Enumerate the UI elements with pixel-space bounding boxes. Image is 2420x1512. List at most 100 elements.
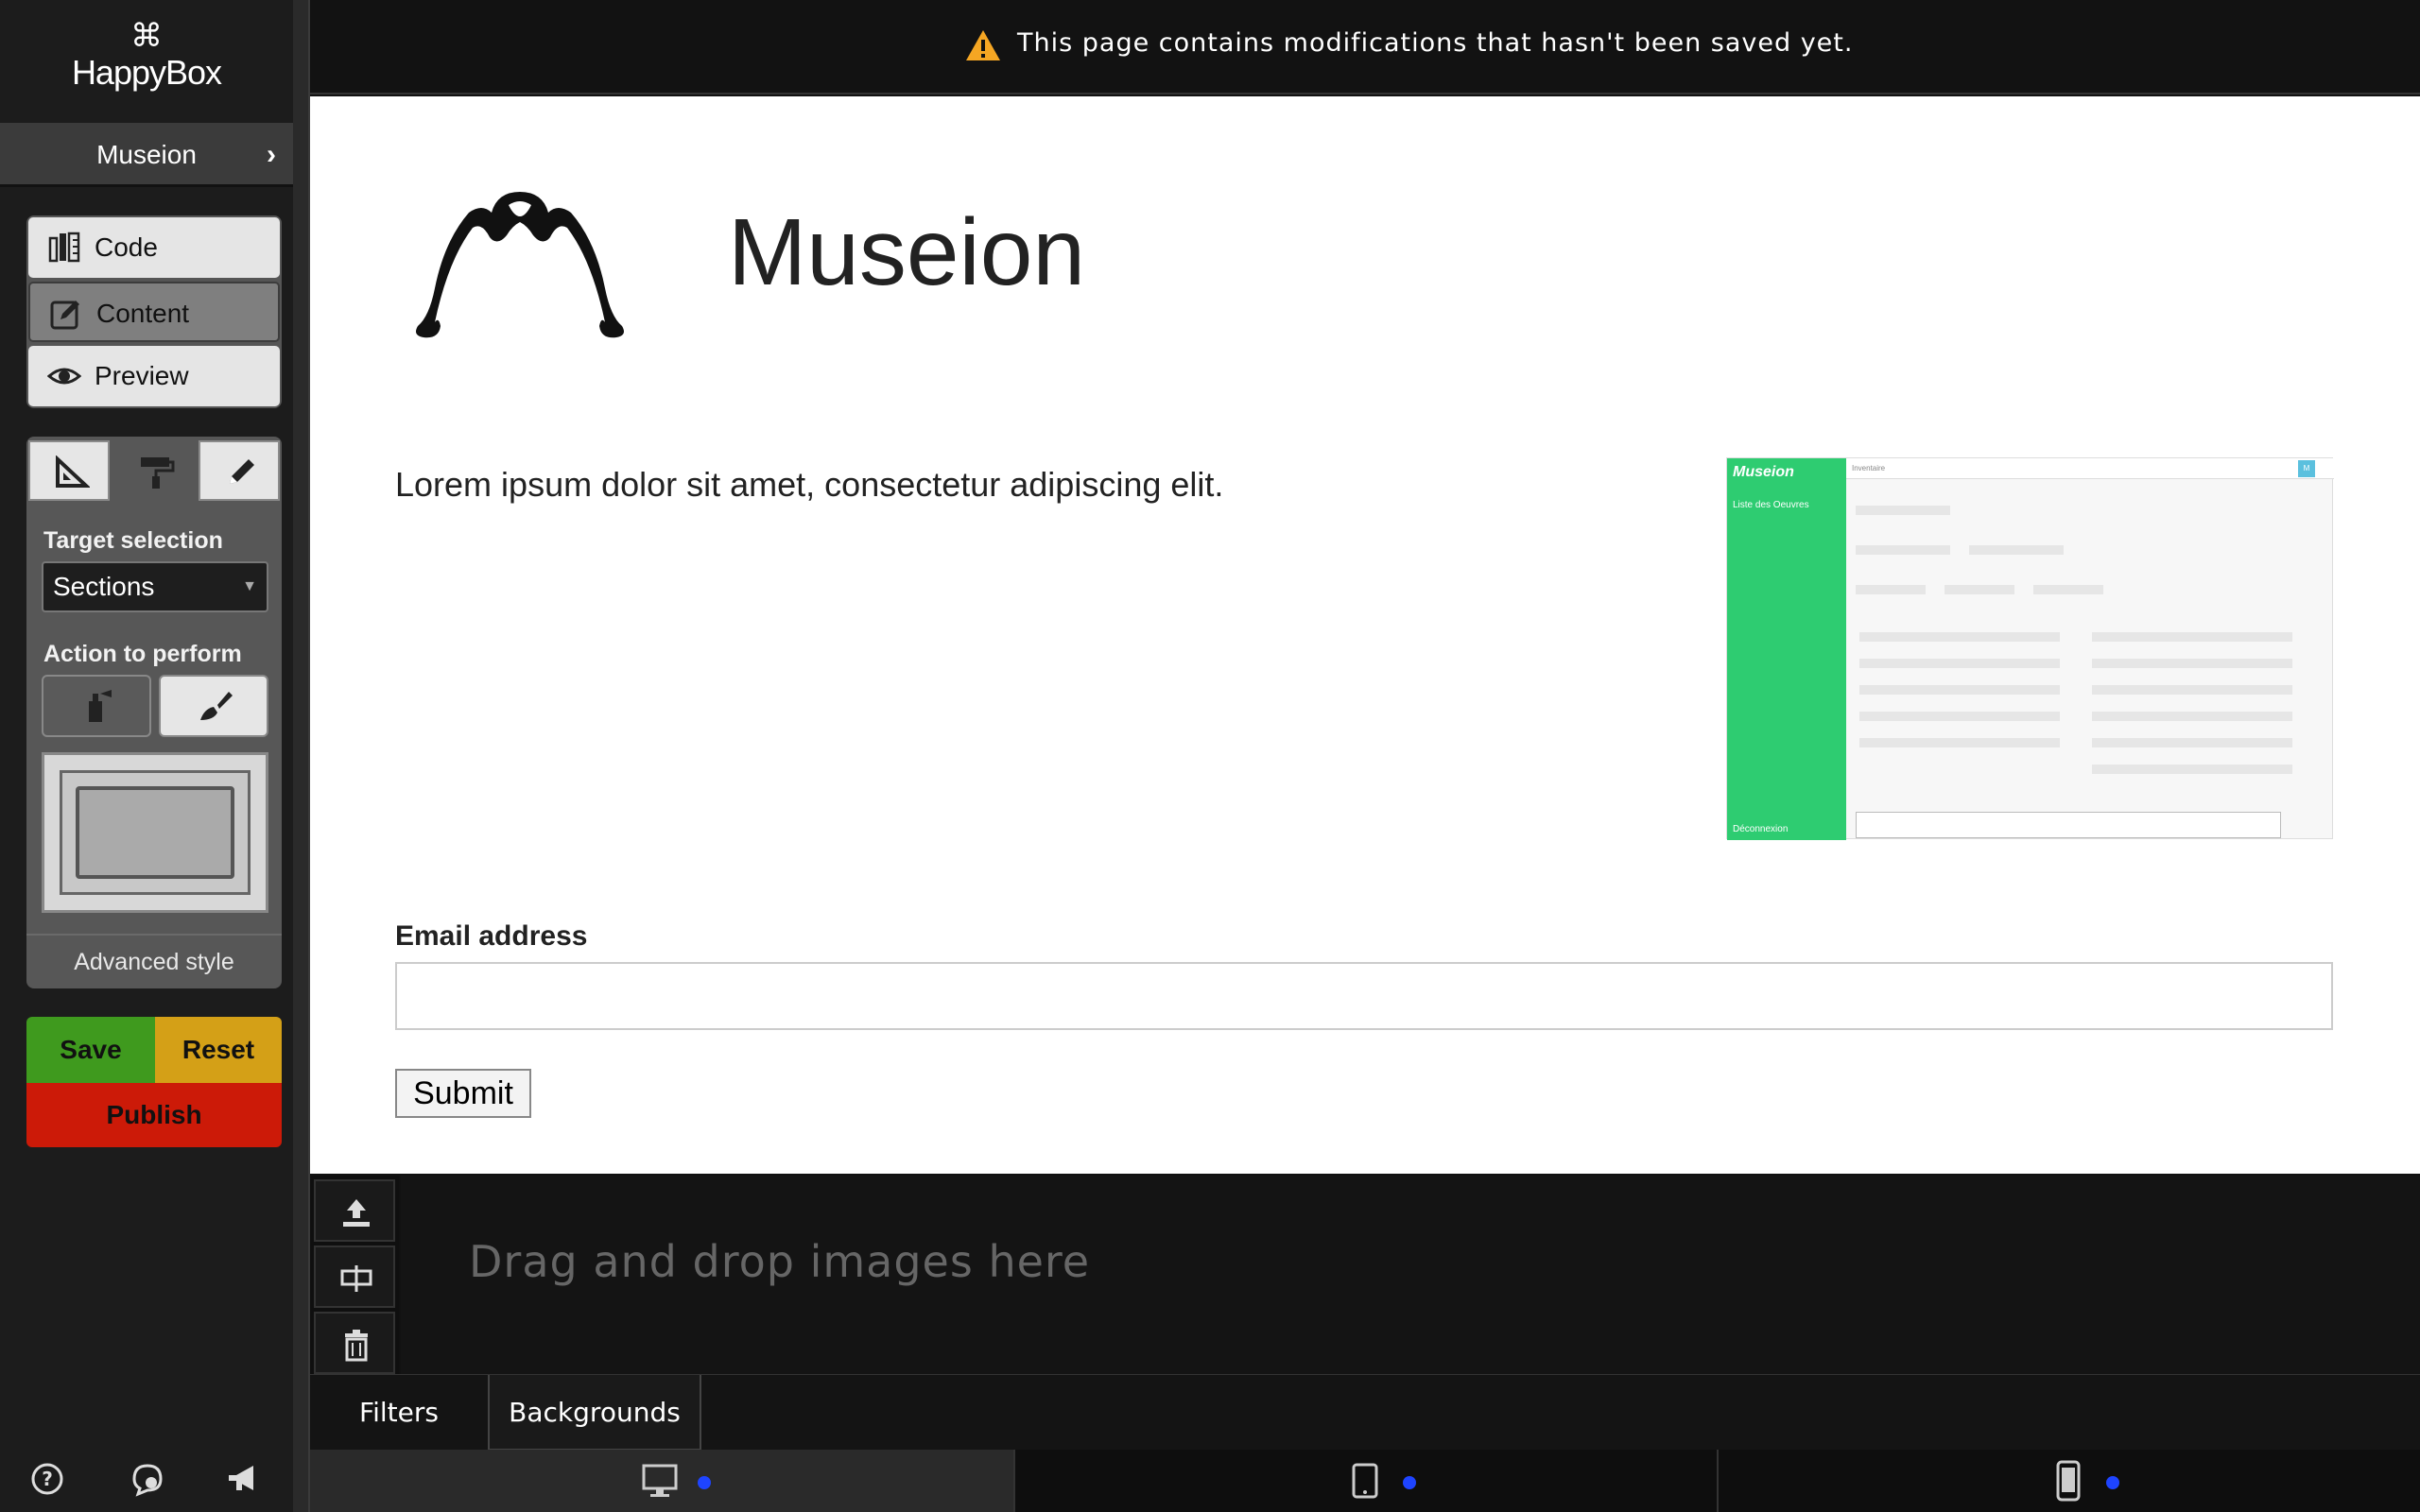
thumbnail-field xyxy=(1859,738,2060,747)
thumbnail-menu-item: Liste des Oeuvres xyxy=(1733,500,1809,510)
advanced-style-link[interactable]: Advanced style xyxy=(26,934,282,976)
thumbnail-field xyxy=(1859,712,2060,721)
style-preview-inner xyxy=(76,786,234,879)
device-desktop-button[interactable] xyxy=(310,1450,1013,1512)
device-tablet-button[interactable] xyxy=(1013,1450,1717,1512)
paint-brush-icon xyxy=(200,692,233,720)
device-phone-button[interactable] xyxy=(1717,1450,2420,1512)
mode-content-label: Content xyxy=(96,299,190,328)
thumbnail-field xyxy=(2092,765,2292,774)
site-selector[interactable]: Museion › xyxy=(0,123,293,187)
device-indicator-dot xyxy=(698,1476,711,1489)
museion-logo-icon[interactable] xyxy=(406,184,633,354)
thumbnail-field xyxy=(1969,545,2064,555)
mode-content-button[interactable]: Content xyxy=(28,282,280,342)
desktop-icon xyxy=(642,1464,678,1497)
paint-roller-icon xyxy=(141,457,175,489)
app-root: ⌘ HappyBox Museion › Code Content Previe… xyxy=(0,0,2420,1512)
target-selection-label: Target selection xyxy=(43,527,223,554)
target-selection-value: Sections xyxy=(53,572,155,601)
thumbnail-badge: M xyxy=(2298,460,2315,477)
phone-icon xyxy=(2056,1460,2081,1502)
logo-text: HappyBox xyxy=(71,53,222,92)
email-field[interactable] xyxy=(395,962,2333,1030)
thumbnail-field xyxy=(2092,712,2292,721)
mode-preview-button[interactable]: Preview xyxy=(28,346,280,406)
thumbnail-field xyxy=(1859,685,2060,695)
logo-mark-icon: ⌘ xyxy=(130,18,163,54)
device-indicator-dot xyxy=(1403,1476,1416,1489)
device-indicator-dot xyxy=(2106,1476,2119,1489)
image-tabs: Filters Backgrounds xyxy=(310,1374,2420,1451)
drop-zone-hint: Drag and drop images here xyxy=(469,1236,1091,1287)
app-logo[interactable]: ⌘ HappyBox xyxy=(0,19,293,104)
thumbnail-field xyxy=(1856,585,1926,594)
thumbnail-field xyxy=(1859,659,2060,668)
thumbnail-field xyxy=(2092,632,2292,642)
tab-edit-tool[interactable] xyxy=(199,440,280,501)
set-square-icon xyxy=(56,455,90,488)
thumbnail-brand: Museion xyxy=(1733,464,1794,480)
thumbnail-logout: Déconnexion xyxy=(1733,824,1789,834)
trash-icon xyxy=(345,1330,368,1362)
target-selection-select[interactable]: Sections ▼ xyxy=(42,561,268,612)
svg-text:?: ? xyxy=(42,1468,53,1490)
thumbnail-field xyxy=(2033,585,2103,594)
thumbnail-field xyxy=(1859,632,2060,642)
pencil-icon xyxy=(230,459,254,484)
spray-action-button[interactable] xyxy=(42,675,151,737)
email-label: Email address xyxy=(395,920,588,952)
upload-button[interactable] xyxy=(314,1179,395,1242)
delete-button[interactable] xyxy=(314,1312,395,1374)
thumbnail-textarea xyxy=(1856,812,2281,838)
publish-button[interactable]: Publish xyxy=(26,1083,282,1147)
upload-icon xyxy=(343,1199,370,1227)
device-switcher xyxy=(310,1450,2420,1512)
screenshot-image[interactable]: Museion Liste des Oeuvres Déconnexion In… xyxy=(1726,457,2334,840)
tablet-icon xyxy=(1352,1463,1378,1499)
warning-icon xyxy=(966,30,1000,60)
submit-button[interactable]: Submit xyxy=(395,1069,531,1118)
mode-code-label: Code xyxy=(95,232,158,262)
page-paragraph[interactable]: Lorem ipsum dolor sit amet, consectetur … xyxy=(395,465,1223,505)
thumbnail-sidebar: Museion Liste des Oeuvres Déconnexion xyxy=(1727,458,1846,840)
dropdown-arrow-icon: ▼ xyxy=(242,578,257,594)
chat-icon[interactable] xyxy=(129,1460,166,1498)
mode-preview-label: Preview xyxy=(95,361,189,390)
thumbnail-field xyxy=(2092,738,2292,747)
page-title[interactable]: Museion xyxy=(728,198,1085,307)
style-tool-panel: Target selection Sections ▼ Action to pe… xyxy=(26,437,282,988)
thumbnail-field xyxy=(1856,545,1950,555)
thumbnail-field xyxy=(2092,659,2292,668)
code-ruler-icon xyxy=(48,232,80,263)
eye-icon xyxy=(47,368,81,385)
thumbnail-tab: Inventaire xyxy=(1852,464,1886,472)
resize-button[interactable] xyxy=(314,1246,395,1308)
save-button[interactable]: Save xyxy=(26,1017,155,1083)
tab-style-tool[interactable] xyxy=(113,440,195,501)
site-name: Museion xyxy=(96,140,197,169)
thumbnail-field xyxy=(1856,506,1950,515)
style-preview[interactable] xyxy=(42,752,268,913)
mode-switcher: Code Content Preview xyxy=(26,215,282,408)
image-tools xyxy=(310,1176,399,1374)
resize-icon xyxy=(340,1265,372,1292)
help-icon[interactable]: ? xyxy=(28,1460,66,1498)
chevron-right-icon: › xyxy=(267,139,276,170)
edit-icon xyxy=(50,301,79,330)
style-preview-frame xyxy=(60,770,251,895)
thumbnail-field xyxy=(1945,585,2014,594)
unsaved-changes-message: This page contains modifications that ha… xyxy=(1017,28,1854,58)
action-to-perform-label: Action to perform xyxy=(43,641,242,667)
brush-action-button[interactable] xyxy=(159,675,268,737)
mode-code-button[interactable]: Code xyxy=(28,217,280,278)
tab-filters[interactable]: Filters xyxy=(310,1375,488,1451)
tab-layout-tool[interactable] xyxy=(28,440,110,501)
reset-button[interactable]: Reset xyxy=(155,1017,282,1083)
spray-can-icon xyxy=(89,690,112,722)
tab-backgrounds[interactable]: Backgrounds xyxy=(488,1375,701,1451)
megaphone-icon[interactable] xyxy=(225,1460,263,1498)
thumbnail-field xyxy=(2092,685,2292,695)
thumbnail-tabbar: Inventaire M xyxy=(1846,458,2334,479)
sidebar-resize-handle[interactable] xyxy=(293,0,310,1512)
